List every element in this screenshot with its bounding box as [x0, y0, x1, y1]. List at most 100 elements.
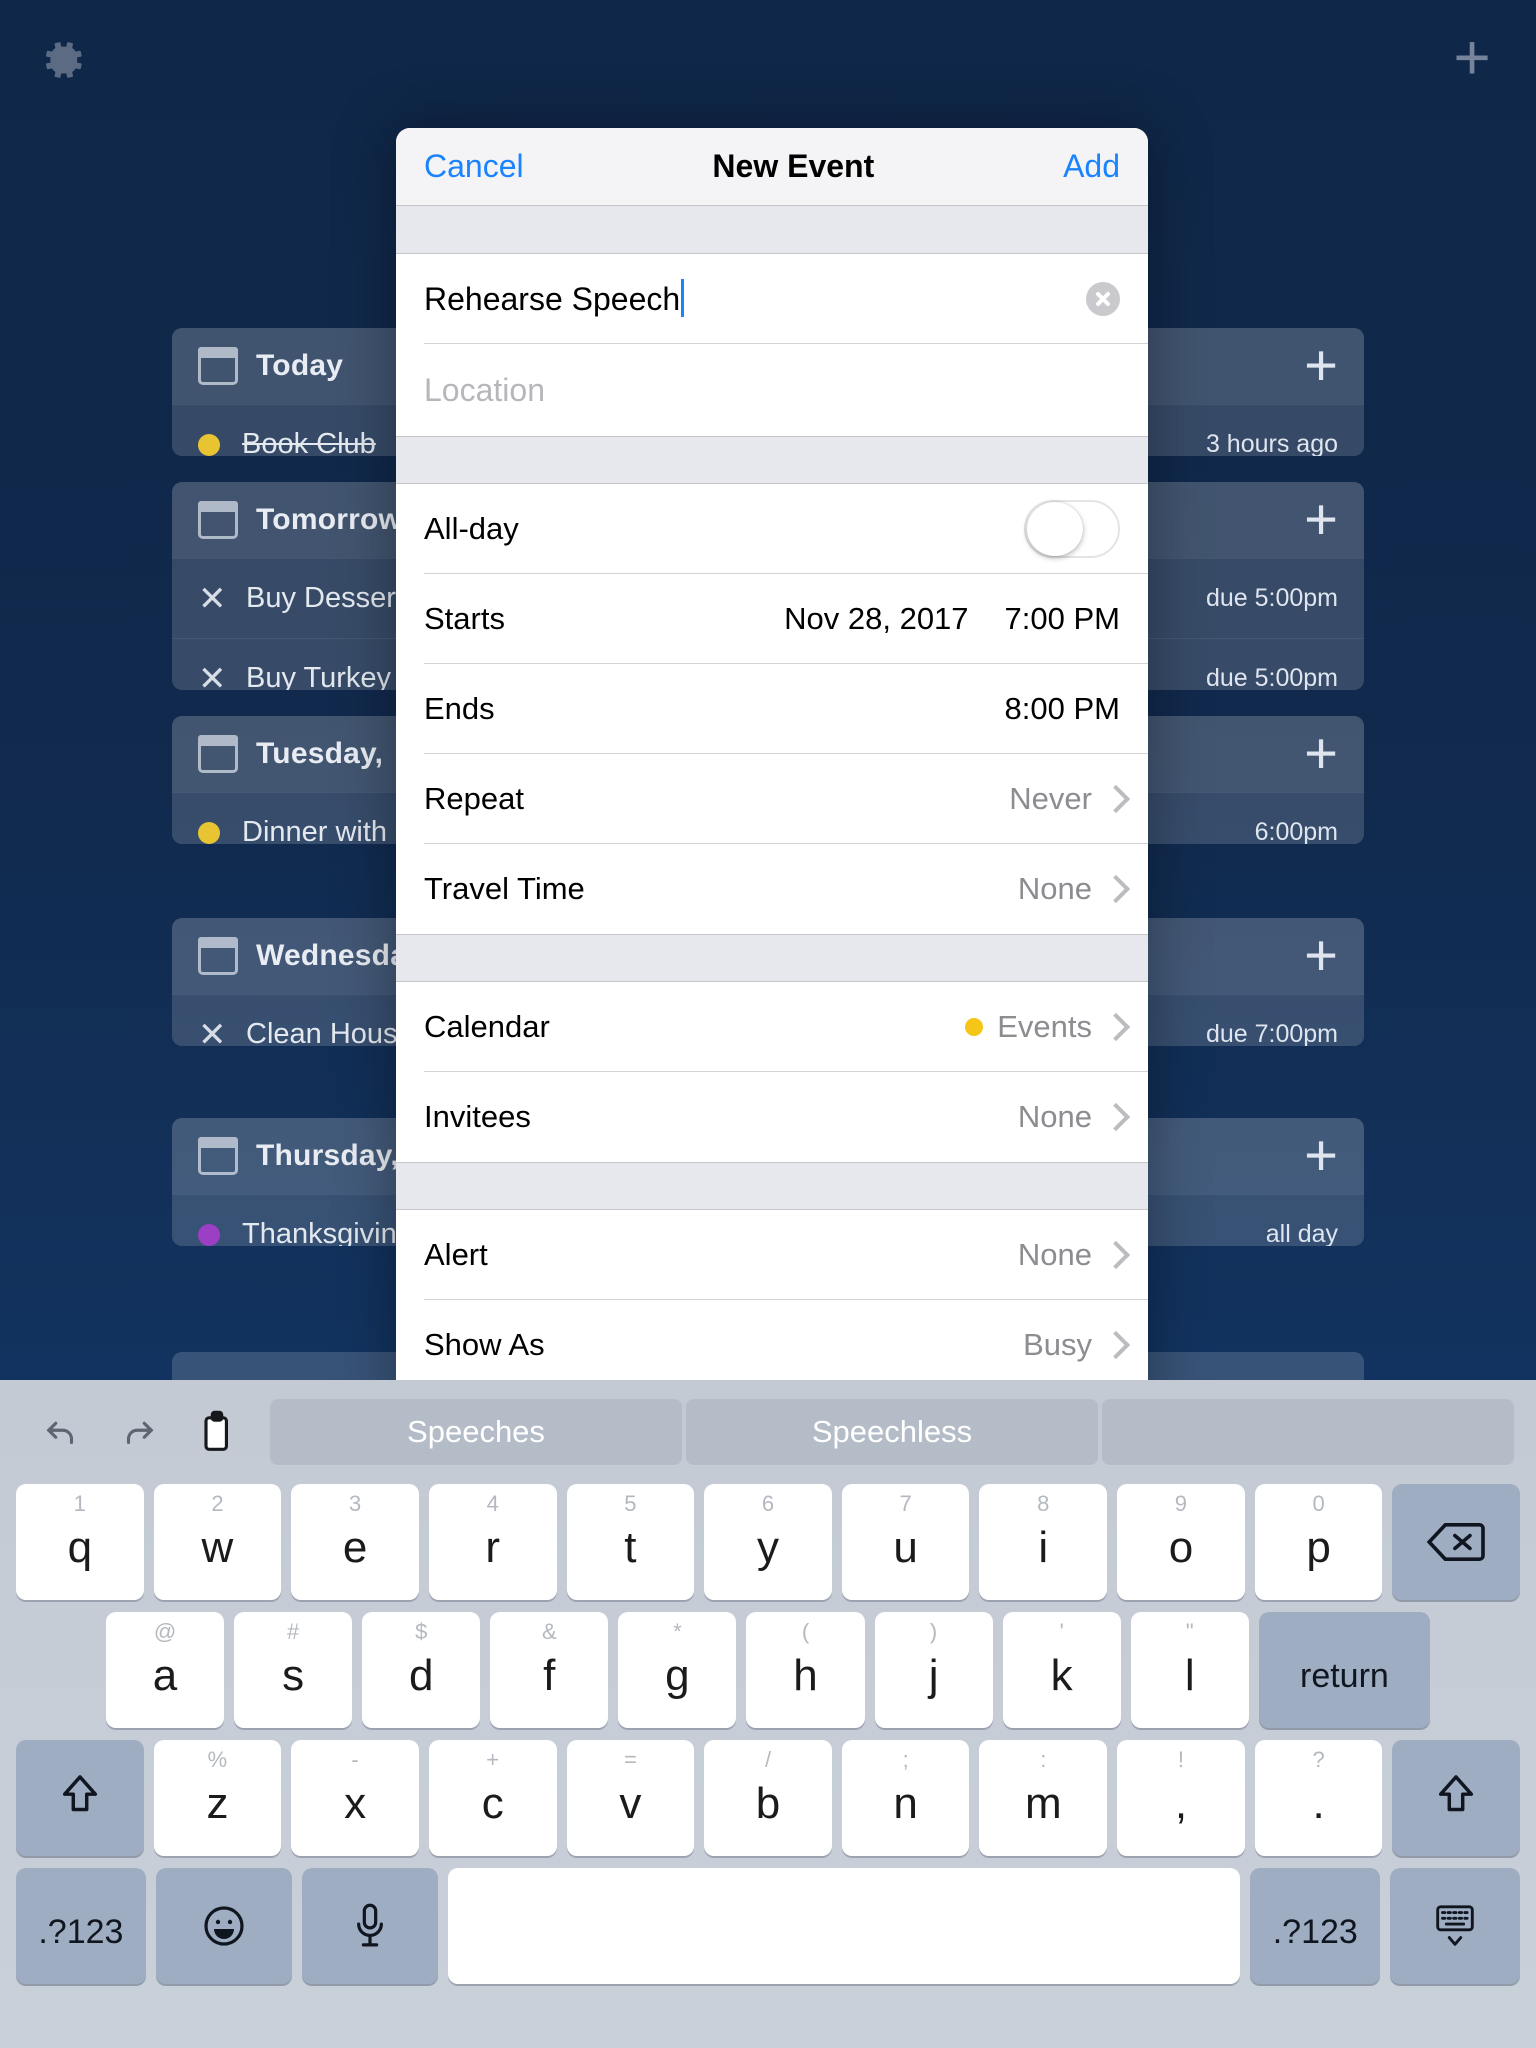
prediction-item[interactable] [1102, 1399, 1514, 1465]
key-s[interactable]: # s [234, 1612, 353, 1728]
key-e[interactable]: 3e [291, 1484, 419, 1600]
checkbox-icon[interactable]: ✕ [198, 582, 227, 616]
key-label: h [793, 1651, 818, 1700]
chevron-right-icon [1106, 1243, 1120, 1267]
card-add-button[interactable]: + [1304, 927, 1338, 985]
ends-time-value[interactable]: 8:00 PM [1005, 691, 1120, 727]
show-as-row[interactable]: Show As Busy [424, 1300, 1148, 1390]
key-y[interactable]: 6y [704, 1484, 832, 1600]
repeat-value: Never [1009, 780, 1092, 816]
checkbox-icon[interactable]: ✕ [198, 662, 227, 691]
starts-label: Starts [424, 600, 505, 636]
key-label: m [1024, 1779, 1062, 1828]
key-alt: 7 [899, 1491, 912, 1516]
key-label: t [624, 1523, 637, 1572]
key-w[interactable]: 2w [153, 1484, 282, 1600]
key-a[interactable]: @ a [105, 1612, 225, 1728]
starts-row[interactable]: Starts Nov 28, 2017 7:00 PM [424, 574, 1148, 664]
event-title-row[interactable]: Rehearse Speech [424, 254, 1148, 344]
return-key[interactable]: return [1258, 1612, 1431, 1728]
key-c[interactable]: + c [428, 1740, 557, 1856]
key-alt: 8 [1037, 1491, 1050, 1516]
card-add-button[interactable]: + [1304, 1127, 1338, 1185]
section-gap [396, 436, 1148, 484]
keyboard-row-1: 1q 2w 3e 4r 5t 6y 7u 8i 9o 0p [10, 1484, 1526, 1600]
invitees-row[interactable]: Invitees None [424, 1072, 1148, 1162]
add-event-button[interactable]: Add [1063, 148, 1120, 185]
status-dot [198, 821, 220, 844]
key-alt: - [351, 1747, 359, 1772]
space-key[interactable] [448, 1868, 1241, 1984]
hide-keyboard-key[interactable] [1390, 1868, 1521, 1984]
key-u[interactable]: 7u [841, 1484, 970, 1600]
backspace-icon [1426, 1523, 1486, 1561]
status-dot [198, 1223, 220, 1246]
key-label: n [893, 1779, 918, 1828]
key-alt: 5 [624, 1491, 637, 1516]
key-d[interactable]: $ d [362, 1612, 481, 1728]
key-alt: & [541, 1619, 557, 1644]
all-day-toggle[interactable] [1024, 499, 1120, 558]
list-item-meta: all day [1265, 1220, 1338, 1246]
event-location-input[interactable]: Location [424, 372, 545, 409]
card-add-button[interactable]: + [1304, 725, 1338, 783]
paste-icon[interactable] [178, 1397, 256, 1467]
numeric-key-left[interactable]: .?123 [16, 1868, 146, 1984]
calendar-row[interactable]: Calendar Events [424, 982, 1148, 1072]
backspace-key[interactable] [1392, 1484, 1521, 1600]
redo-icon[interactable] [100, 1397, 178, 1467]
key-q[interactable]: 1q [15, 1484, 144, 1600]
clear-icon[interactable] [1086, 281, 1120, 316]
starts-time-value[interactable]: 7:00 PM [1005, 601, 1120, 637]
key-p[interactable]: 0p [1254, 1484, 1383, 1600]
event-title-input[interactable]: Rehearse Speech [424, 279, 685, 318]
key-alt: ; [902, 1747, 909, 1772]
key-i[interactable]: 8i [979, 1484, 1108, 1600]
toggle-knob [1027, 501, 1083, 556]
key-m[interactable]: :m [979, 1740, 1108, 1856]
key-l[interactable]: " l [1130, 1612, 1249, 1728]
key-z[interactable]: % z [153, 1740, 282, 1856]
travel-time-row[interactable]: Travel Time None [424, 844, 1148, 934]
list-item-meta: 6:00pm [1254, 818, 1338, 844]
add-button[interactable]: + [1448, 25, 1496, 89]
dictation-key[interactable] [302, 1868, 439, 1984]
cancel-button[interactable]: Cancel [424, 148, 524, 185]
event-location-row[interactable]: Location [424, 344, 1148, 436]
key-b[interactable]: / b [704, 1740, 832, 1856]
key-comma[interactable]: !, [1117, 1740, 1245, 1856]
key-r[interactable]: 4r [428, 1484, 557, 1600]
starts-date-value[interactable]: Nov 28, 2017 [784, 601, 968, 637]
key-k[interactable]: ' k [1002, 1612, 1121, 1728]
ends-row[interactable]: Ends 8:00 PM [424, 664, 1148, 754]
numeric-key-right[interactable]: .?123 [1250, 1868, 1381, 1984]
shift-key-left[interactable] [15, 1740, 144, 1856]
key-period[interactable]: ?. [1254, 1740, 1383, 1856]
emoji-key[interactable] [155, 1868, 293, 1984]
calendar-value: Events [997, 1008, 1092, 1044]
emoji-icon [204, 1906, 244, 1946]
prediction-item[interactable]: Speeches [270, 1399, 682, 1465]
key-o[interactable]: 9o [1117, 1484, 1245, 1600]
checkbox-icon[interactable]: ✕ [198, 1018, 227, 1047]
shift-key-right[interactable] [1392, 1740, 1521, 1856]
repeat-row[interactable]: Repeat Never [424, 754, 1148, 844]
key-j[interactable]: ) j [874, 1612, 993, 1728]
gear-icon[interactable] [40, 36, 88, 84]
key-t[interactable]: 5t [566, 1484, 695, 1600]
undo-icon[interactable] [22, 1397, 100, 1467]
prediction-item[interactable]: Speechless [686, 1399, 1098, 1465]
key-x[interactable]: -x [291, 1740, 419, 1856]
alert-value: None [1017, 1236, 1092, 1272]
key-v[interactable]: = v [566, 1740, 695, 1856]
key-n[interactable]: ; n [841, 1740, 970, 1856]
key-f[interactable]: & f [490, 1612, 609, 1728]
key-g[interactable]: * g [618, 1612, 737, 1728]
alert-row[interactable]: Alert None [424, 1210, 1148, 1300]
key-h[interactable]: (h [746, 1612, 865, 1728]
key-label: z [206, 1779, 229, 1828]
all-day-row[interactable]: All-day [424, 484, 1148, 574]
card-add-button[interactable]: + [1304, 491, 1338, 549]
card-add-button[interactable]: + [1304, 337, 1338, 395]
new-event-modal: Cancel New Event Add Rehearse Speech Loc… [396, 128, 1148, 1428]
